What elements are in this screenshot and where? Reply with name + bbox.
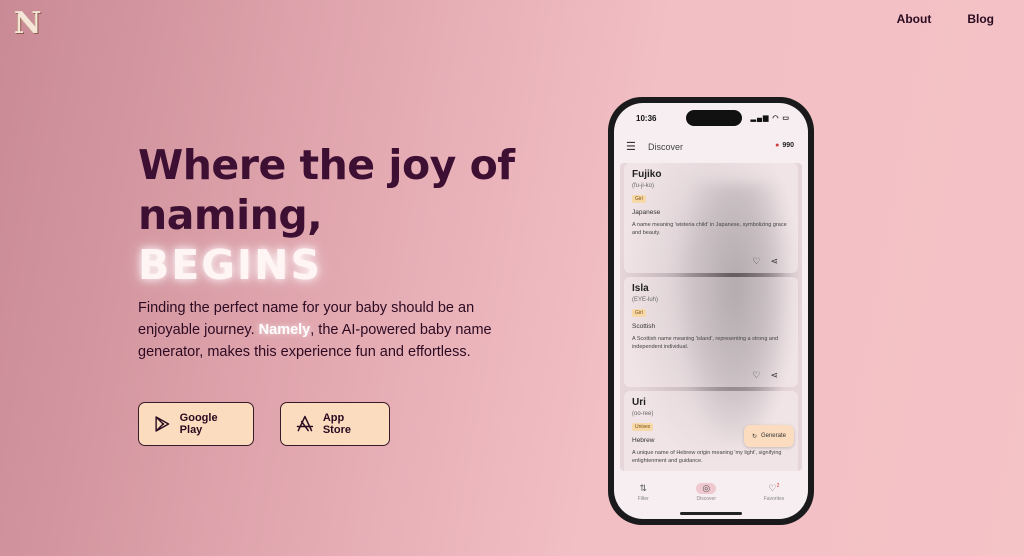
- card-origin: Japanese: [632, 209, 661, 216]
- card-meaning: A unique name of Hebrew origin meaning '…: [632, 450, 782, 464]
- favorites-heart-icon: ♡2: [768, 482, 780, 493]
- filter-icon: ⇅: [639, 482, 648, 493]
- card-actions: ♡⋖: [752, 370, 788, 381]
- app-store-icon: [296, 415, 314, 432]
- status-icons: ▂▄▆ ◠ ▭: [750, 115, 790, 122]
- card-pronunciation: (fu-ji-ko): [632, 183, 654, 189]
- nav-filter-label: Filter: [637, 495, 649, 502]
- name-card[interactable]: Isla (EYE-luh) Girl Scottish A Scottish …: [624, 277, 798, 387]
- card-pronunciation: (oo-ree): [632, 411, 654, 417]
- google-play-label: Google Play: [179, 412, 218, 436]
- card-name: Fujiko: [632, 169, 662, 180]
- discover-icon: ◎: [696, 482, 717, 494]
- favorites-count-badge: 2: [776, 482, 780, 489]
- bottom-nav: ⇅ Filter ◎ Discover ♡2 Favorites: [614, 473, 808, 511]
- app-bar-title: Discover: [648, 142, 684, 152]
- namely-logo[interactable]: N: [14, 6, 41, 41]
- coin-count: 990: [782, 142, 794, 149]
- card-name: Uri: [632, 397, 646, 408]
- hero-title-line2: naming,: [138, 191, 323, 239]
- refresh-icon: ↻: [751, 433, 757, 440]
- nav-discover[interactable]: ◎ Discover: [696, 482, 717, 502]
- card-gender-tag: Girl: [632, 195, 646, 203]
- nav-favorites[interactable]: ♡2 Favorites: [764, 483, 785, 502]
- share-icon[interactable]: ⋖: [770, 370, 788, 380]
- card-gender-tag: Girl: [632, 309, 646, 317]
- hero-title-line1: Where the joy of: [138, 141, 515, 189]
- hero-title-glow: BEGINS: [138, 241, 323, 289]
- heart-icon[interactable]: ♡: [752, 370, 770, 380]
- name-card[interactable]: Fujiko (fu-ji-ko) Girl Japanese A name m…: [624, 163, 798, 273]
- status-bar: 10:36 ▂▄▆ ◠ ▭: [614, 111, 808, 127]
- google-play-icon: [155, 416, 170, 432]
- hero-description: Finding the perfect name for your baby s…: [138, 297, 538, 363]
- status-time: 10:36: [636, 114, 657, 123]
- nav-filter[interactable]: ⇅ Filter: [638, 483, 649, 502]
- app-store-label: App Store: [322, 412, 351, 436]
- share-icon[interactable]: ⋖: [770, 256, 788, 266]
- menu-icon[interactable]: ☰: [626, 140, 636, 153]
- nav-blog-link[interactable]: Blog: [967, 12, 994, 26]
- heart-icon[interactable]: ♡: [752, 256, 770, 266]
- phone-mockup: 10:36 ▂▄▆ ◠ ▭ ☰ Discover ● 990 Fujiko (fu…: [608, 97, 814, 525]
- app-store-button[interactable]: App Store: [280, 402, 390, 446]
- card-name: Isla: [632, 283, 649, 294]
- generate-button[interactable]: ↻ Generate: [743, 425, 794, 447]
- card-origin: Scottish: [632, 323, 656, 330]
- home-indicator: [680, 512, 742, 515]
- coin-balance[interactable]: ● 990: [775, 142, 794, 149]
- nav-discover-label: Discover: [696, 495, 716, 502]
- card-gender-tag: Unisex: [632, 423, 654, 431]
- brand-highlight: Namely: [258, 322, 311, 338]
- hero-title: Where the joy of naming, BEGINS: [138, 140, 558, 290]
- card-pronunciation: (EYE-luh): [632, 297, 659, 303]
- nav-favorites-label: Favorites: [763, 495, 785, 502]
- nav-about-link[interactable]: About: [897, 12, 932, 26]
- top-nav: About Blog: [897, 12, 994, 26]
- card-origin: Hebrew: [632, 437, 655, 444]
- app-bar: ☰ Discover ● 990: [614, 137, 808, 159]
- generate-label: Generate: [760, 433, 786, 439]
- card-meaning: A Scottish name meaning 'island', repres…: [632, 336, 779, 350]
- card-meaning: A name meaning 'wisteria child' in Japan…: [632, 222, 787, 236]
- google-play-button[interactable]: Google Play: [138, 402, 254, 446]
- card-actions: ♡⋖: [752, 256, 788, 267]
- coin-icon: ●: [775, 142, 780, 149]
- phone-screen: 10:36 ▂▄▆ ◠ ▭ ☰ Discover ● 990 Fujiko (fu…: [614, 103, 808, 519]
